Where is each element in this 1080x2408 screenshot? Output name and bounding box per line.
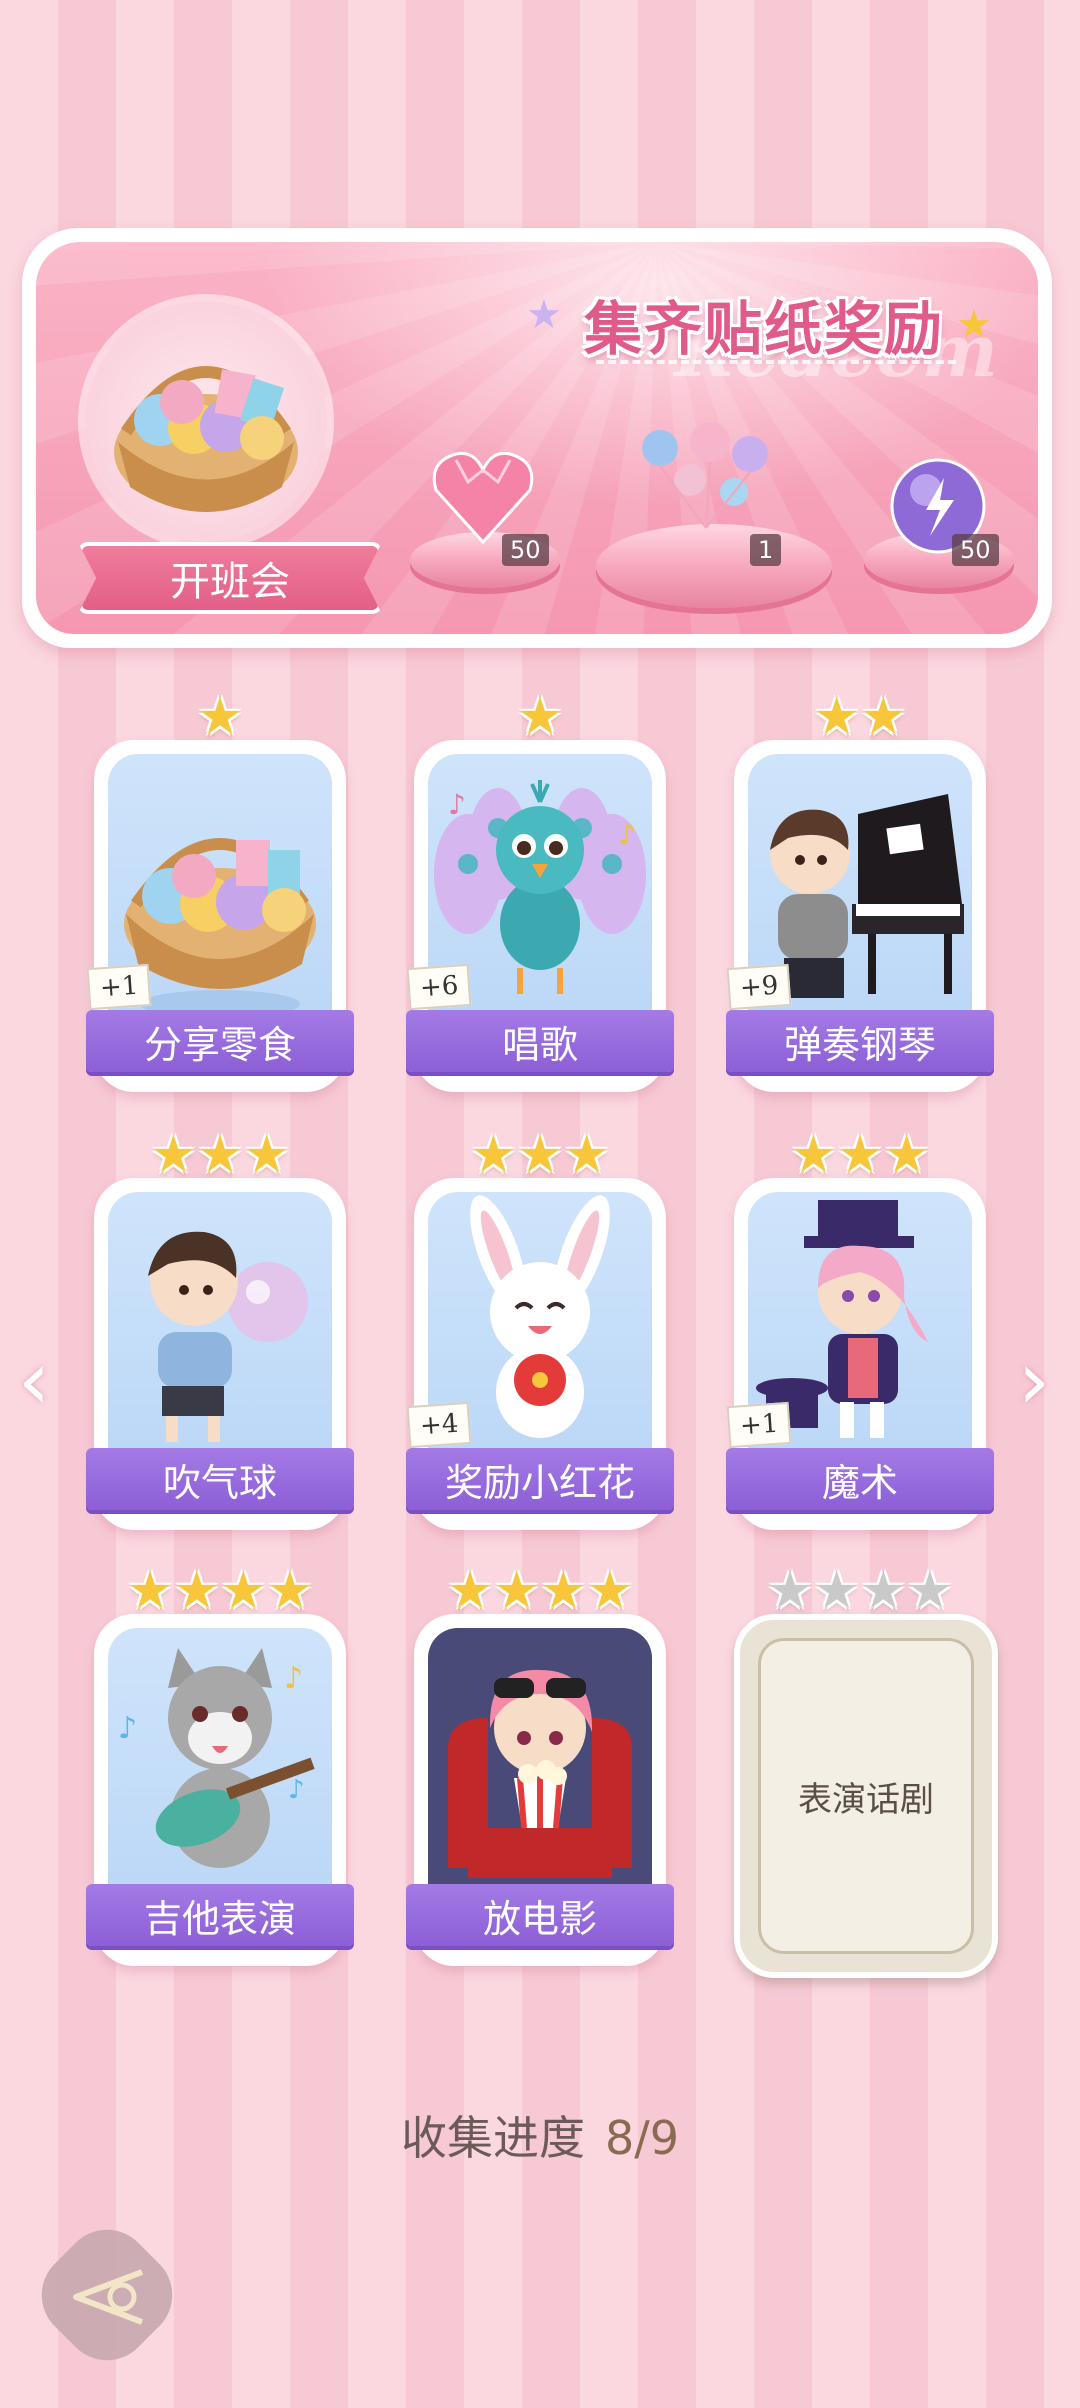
- balloon-boy-illustration-icon: [148, 1231, 308, 1442]
- svg-text:♪: ♪: [448, 788, 466, 821]
- star-icon: ★: [493, 1561, 540, 1621]
- star-icon: ★: [266, 1561, 314, 1621]
- star-icon: ★: [586, 1561, 634, 1621]
- card-illustration: [428, 1628, 652, 1888]
- reward-banner-background: Redeem 开班会 ★ 集齐贴纸奖励 ★ 50 1 50: [36, 242, 1038, 634]
- title-underline: [596, 360, 956, 364]
- star-icon: ★: [813, 1561, 860, 1621]
- card-label: 吉他表演: [143, 1896, 296, 1941]
- sticker-card[interactable]: ★ ★ ★ ★ ♪ ♪ ♪ 吉他表演: [86, 1562, 354, 1966]
- event-name-ribbon: 开班会: [78, 542, 382, 614]
- sticker-card[interactable]: ★ ♪ ♪ +6 唱歌: [406, 688, 674, 1092]
- card-label-banner: 奖励小红花: [406, 1448, 674, 1510]
- card-label: 唱歌: [501, 1022, 578, 1067]
- star-icon: ★: [563, 1125, 610, 1185]
- card-star-rating: ★ ★: [734, 688, 986, 746]
- card-star-rating: ★ ★ ★: [734, 1126, 986, 1184]
- bonus-tag: +6: [406, 963, 472, 1011]
- card-label-banner: 吹气球: [86, 1448, 354, 1510]
- card-illustration: ♪ ♪ ♪: [108, 1628, 332, 1888]
- star-icon: ★: [243, 1125, 290, 1185]
- card-illustration: [108, 1192, 332, 1452]
- svg-text:♪: ♪: [284, 1661, 303, 1696]
- star-icon: ★: [220, 1561, 267, 1621]
- collection-progress-label: 收集进度: [400, 2111, 585, 2165]
- star-icon: ★: [790, 1125, 837, 1185]
- svg-text:♪: ♪: [118, 1711, 137, 1746]
- sticker-card[interactable]: ★ ★ +9 弹奏钢琴: [726, 688, 994, 1092]
- sticker-card[interactable]: ★ ★ ★ +1 魔术: [726, 1126, 994, 1530]
- event-basket-disc: [86, 302, 326, 542]
- back-icon: [73, 2269, 144, 2325]
- reward-banner: Redeem 开班会 ★ 集齐贴纸奖励 ★ 50 1 50: [22, 228, 1052, 648]
- card-label-banner: 唱歌: [406, 1010, 674, 1072]
- wolf-guitar-illustration-icon: ♪ ♪ ♪: [118, 1648, 315, 1868]
- reward-count: 1: [750, 534, 782, 566]
- star-icon: ★: [516, 1125, 564, 1185]
- star-icon: ★: [126, 1561, 174, 1621]
- star-icon: ★: [150, 1125, 197, 1185]
- card-label-banner: 魔术: [726, 1448, 994, 1510]
- card-label-banner: 放电影: [406, 1884, 674, 1946]
- star-icon: ★: [766, 1561, 814, 1621]
- card-star-rating: ★ ★ ★: [414, 1126, 666, 1184]
- card-label-banner: 弹奏钢琴: [726, 1010, 994, 1072]
- card-star-rating: ★ ★ ★ ★: [734, 1562, 986, 1620]
- star-icon: ★: [196, 687, 244, 747]
- card-label: 表演话剧: [798, 1779, 934, 1820]
- star-icon: ★: [883, 1125, 930, 1185]
- star-icon: ★: [446, 1561, 494, 1621]
- event-name: 开班会: [170, 559, 290, 605]
- svg-text:♪: ♪: [288, 1775, 305, 1805]
- bonus-tag: +1: [726, 1401, 792, 1449]
- sticker-card[interactable]: ★ ★ ★ +4 奖励小红花: [406, 1126, 674, 1530]
- card-star-rating: ★: [94, 688, 346, 746]
- previous-page-arrow-icon[interactable]: ‹: [18, 1334, 50, 1427]
- svg-text:♪: ♪: [618, 818, 636, 851]
- collection-progress: 收集进度 8/9: [0, 2102, 1080, 2168]
- card-label: 弹奏钢琴: [783, 1022, 936, 1067]
- star-icon: ★: [906, 1561, 954, 1621]
- snack-basket-icon: [114, 366, 298, 512]
- reward-count: 50: [502, 534, 549, 566]
- sticker-card[interactable]: ★ ★ ★ ★ 放电影: [406, 1562, 674, 1966]
- card-label: 分享零食: [143, 1022, 296, 1067]
- card-star-rating: ★: [414, 688, 666, 746]
- bonus-tag: +9: [726, 963, 792, 1011]
- locked-card-frame: 表演话剧: [758, 1638, 974, 1954]
- sticker-card[interactable]: ★ +1 分享零食: [86, 688, 354, 1092]
- star-icon: ★: [196, 1125, 244, 1185]
- star-icon: ★: [836, 1125, 884, 1185]
- card-label: 魔术: [821, 1460, 898, 1505]
- card-label: 奖励小红花: [444, 1460, 635, 1505]
- collection-progress-value: 8/9: [604, 2111, 680, 2165]
- next-page-arrow-icon[interactable]: ›: [1018, 1334, 1050, 1427]
- card-star-rating: ★ ★ ★: [94, 1126, 346, 1184]
- bonus-tag: +1: [86, 963, 152, 1011]
- movie-girl-illustration-icon: [428, 1628, 652, 1888]
- reward-count: 50: [952, 534, 999, 566]
- star-icon: ★: [470, 1125, 517, 1185]
- card-label-banner: 分享零食: [86, 1010, 354, 1072]
- star-icon: ★: [173, 1561, 220, 1621]
- sticker-card[interactable]: ★ ★ ★ 吹气球: [86, 1126, 354, 1530]
- banner-title: 集齐贴纸奖励: [584, 295, 945, 363]
- star-icon: ★: [860, 1561, 907, 1621]
- card-star-rating: ★ ★ ★ ★: [94, 1562, 346, 1620]
- star-icon: ★: [813, 687, 860, 747]
- card-label: 吹气球: [162, 1460, 277, 1505]
- bonus-tag: +4: [406, 1401, 472, 1449]
- card-label: 放电影: [482, 1896, 597, 1941]
- balloon-bundle-icon: [642, 422, 768, 529]
- card-label-banner: 吉他表演: [86, 1884, 354, 1946]
- gold-star-icon: ★: [956, 302, 992, 348]
- card-star-rating: ★ ★ ★ ★: [414, 1562, 666, 1620]
- lavender-star-icon: ★: [526, 292, 562, 338]
- star-icon: ★: [516, 687, 564, 747]
- star-icon: ★: [860, 687, 907, 747]
- star-icon: ★: [540, 1561, 587, 1621]
- sticker-card-locked[interactable]: ★ ★ ★ ★ 表演话剧: [734, 1562, 998, 1978]
